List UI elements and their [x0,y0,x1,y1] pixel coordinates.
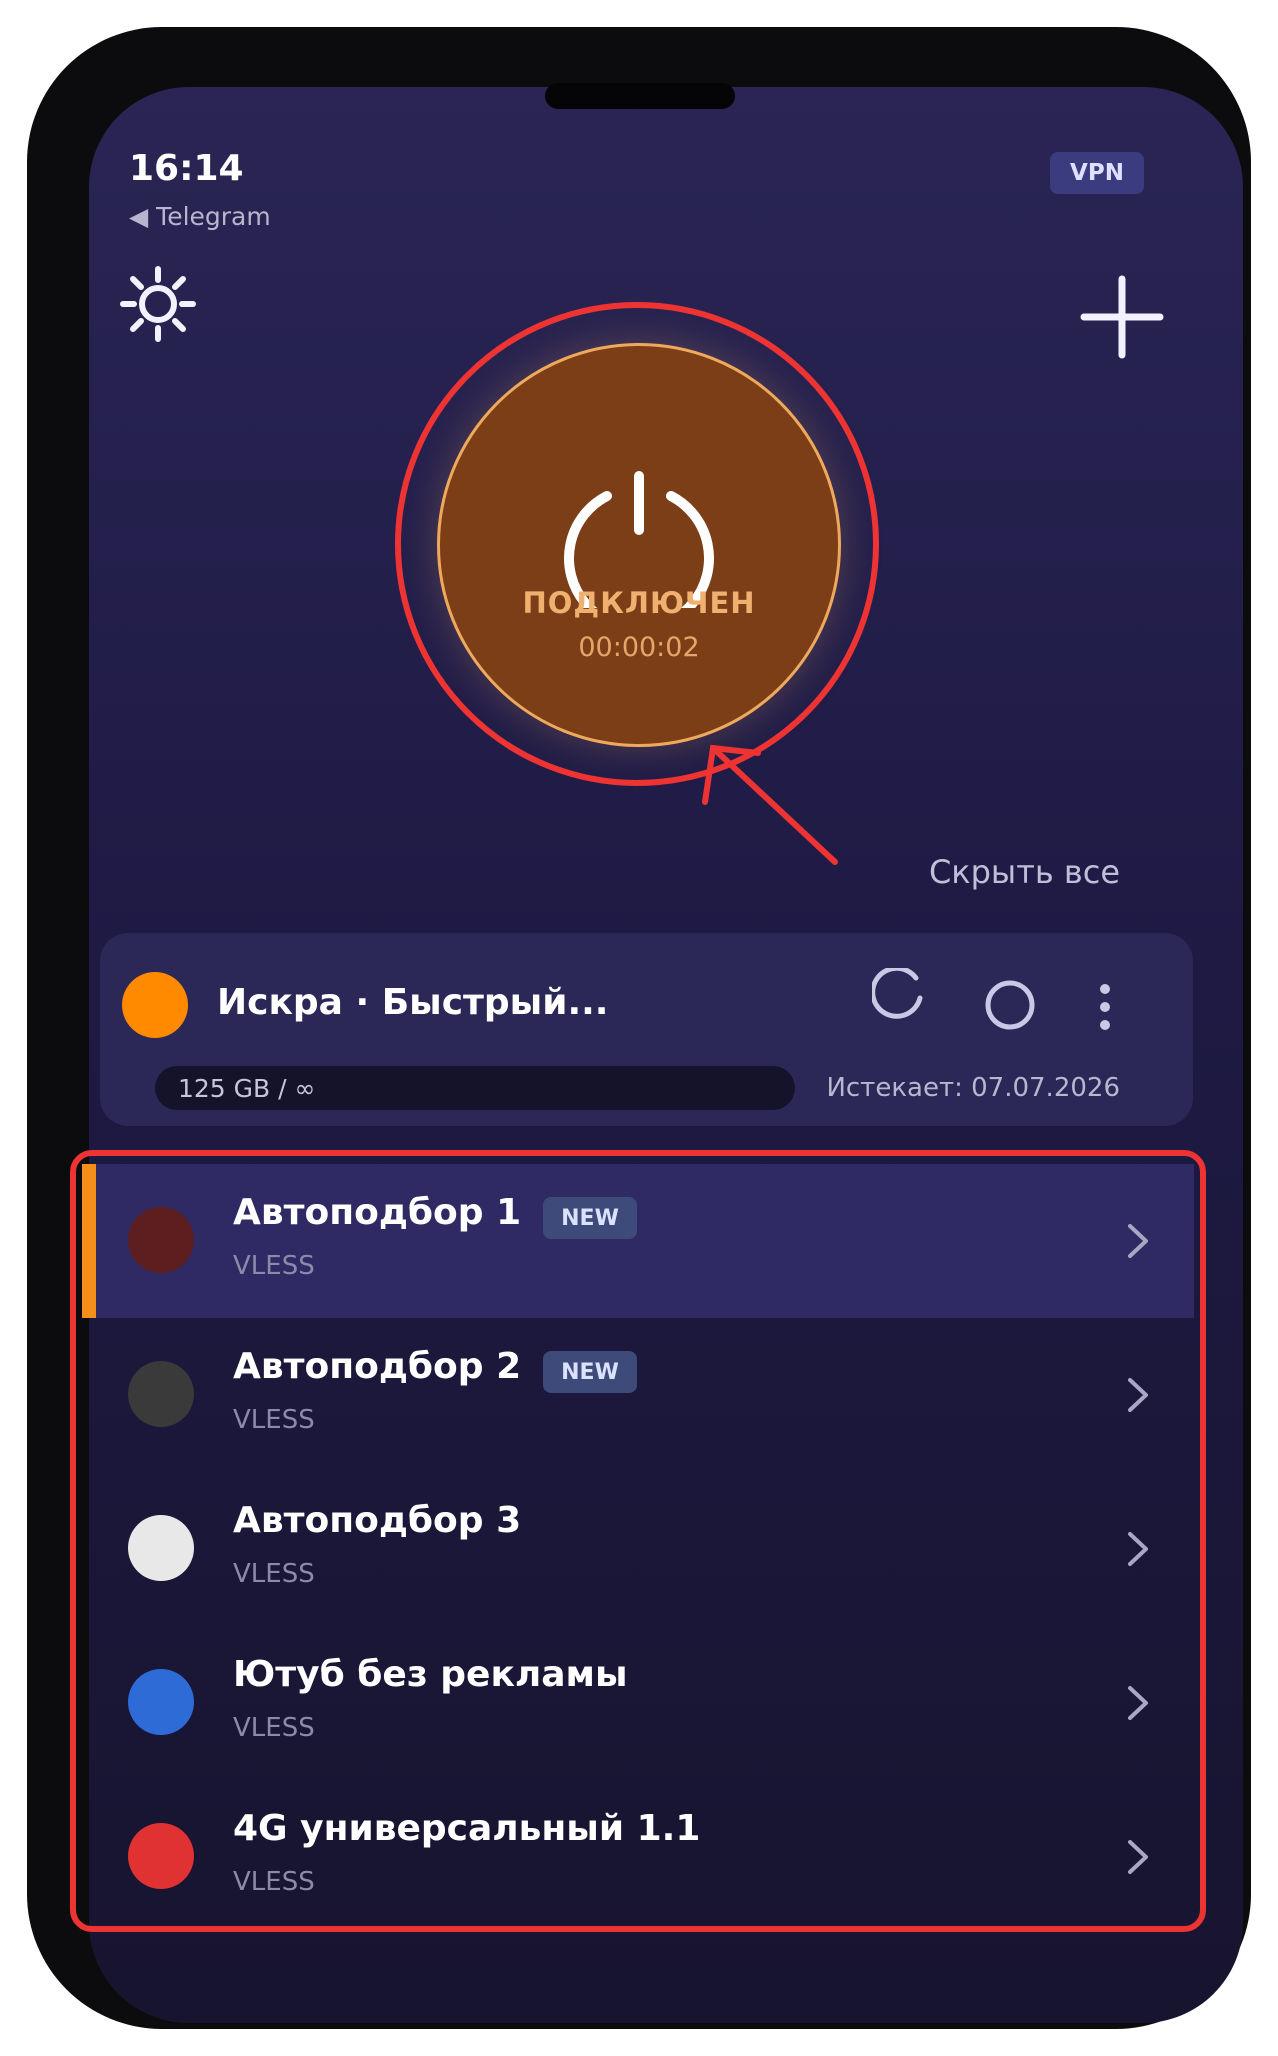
server-protocol: VLESS [233,1867,315,1897]
server-color-dot [128,1669,194,1735]
status-time: 16:14 [129,148,244,189]
server-color-dot [128,1361,194,1427]
more-options-icon[interactable] [1090,982,1120,1032]
add-icon[interactable] [1080,275,1164,359]
server-color-dot [128,1823,194,1889]
expiry-date: Истекает: 07.07.2026 [826,1073,1120,1103]
chevron-right-icon [1128,1840,1148,1874]
server-item-4g-universal[interactable]: 4G универсальный 1.1 VLESS [82,1780,1194,1934]
chevron-right-icon [1128,1378,1148,1412]
active-indicator [82,1164,96,1318]
chevron-right-icon [1128,1686,1148,1720]
server-color-dot [128,1515,194,1581]
server-item-autopick-1[interactable]: Автоподбор 1 NEW VLESS [82,1164,1194,1318]
new-badge: NEW [543,1351,637,1393]
subscription-title[interactable]: Искра · Быстрый... [217,982,608,1023]
server-name: 4G универсальный 1.1 [233,1808,701,1849]
server-item-autopick-2[interactable]: Автоподбор 2 NEW VLESS [82,1318,1194,1472]
server-name: Автоподбор 2 [233,1346,522,1387]
annotation-arrow [702,744,838,865]
server-name: Ютуб без рекламы [233,1654,628,1695]
back-to-app-link[interactable]: ◀ Telegram [129,202,271,231]
server-protocol: VLESS [233,1405,315,1435]
server-protocol: VLESS [233,1713,315,1743]
traffic-usage-text: 125 GB / ∞ [178,1073,316,1103]
toggle-circle-icon[interactable] [983,978,1037,1032]
subscription-color-dot [122,972,188,1038]
server-item-autopick-3[interactable]: Автоподбор 3 VLESS [82,1472,1194,1626]
server-list: Автоподбор 1 NEW VLESS Автоподбор 2 NEW … [82,1164,1194,1932]
chevron-right-icon [1128,1224,1148,1258]
new-badge: NEW [543,1197,637,1239]
refresh-icon[interactable] [872,968,928,1024]
camera-notch [545,83,735,109]
server-protocol: VLESS [233,1559,315,1589]
annotation-circle [395,302,879,786]
hide-all-link[interactable]: Скрыть все [900,853,1120,891]
chevron-right-icon [1128,1532,1148,1566]
server-item-youtube-no-ads[interactable]: Ютуб без рекламы VLESS [82,1626,1194,1780]
server-protocol: VLESS [233,1251,315,1281]
vpn-status-badge: VPN [1050,152,1144,194]
server-name: Автоподбор 1 [233,1192,522,1233]
settings-icon[interactable] [117,263,199,345]
server-name: Автоподбор 3 [233,1500,522,1541]
traffic-usage-bar: 125 GB / ∞ [155,1066,795,1110]
server-color-dot [128,1207,194,1273]
